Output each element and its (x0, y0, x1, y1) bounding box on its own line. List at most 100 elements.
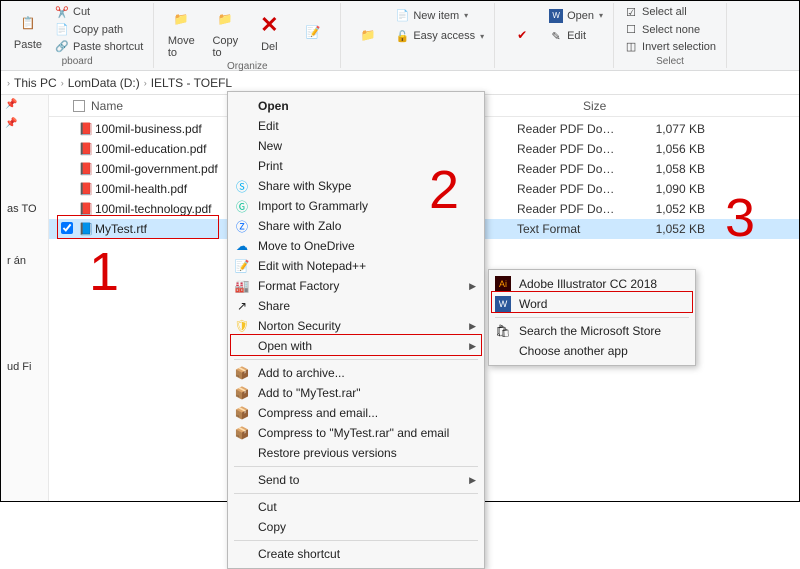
delete-button[interactable]: ✕Del (248, 3, 290, 61)
chevron-right-icon: › (7, 78, 10, 88)
folder-move-icon: 📁 (167, 5, 195, 33)
nav-sidebar: 📌 📌 as TO r án ud Fi (1, 95, 49, 501)
rename-icon: 📝 (299, 18, 327, 46)
ctx-zalo[interactable]: ⓏShare with Zalo (228, 216, 484, 236)
ctx-onedrive[interactable]: ☁Move to OneDrive (228, 236, 484, 256)
properties-button[interactable]: ✔ (501, 3, 543, 67)
winrar-icon: 📦 (234, 405, 250, 421)
clipboard-icon: 📋 (14, 9, 42, 37)
copy-path-icon: 📄 (55, 23, 69, 37)
onedrive-icon: ☁ (234, 238, 250, 254)
file-type: Reader PDF Do… (517, 122, 625, 136)
context-menu: Open Edit New Print ⓈShare with Skype ⒼI… (227, 91, 485, 569)
annotation-box-2 (230, 334, 482, 356)
new-item-icon: 📄 (395, 9, 409, 23)
file-size: 1,077 KB (625, 122, 705, 136)
ctx-skype[interactable]: ⓈShare with Skype (228, 176, 484, 196)
select-all-checkbox[interactable] (73, 100, 85, 112)
ctx-cut[interactable]: Cut (228, 497, 484, 517)
ctx-edit[interactable]: Edit (228, 116, 484, 136)
share-icon: ↗ (234, 298, 250, 314)
new-folder-button[interactable]: 📁 (347, 3, 389, 67)
ctx-notepad[interactable]: 📝Edit with Notepad++ (228, 256, 484, 276)
winrar-icon: 📦 (234, 365, 250, 381)
word-icon: W (549, 9, 563, 23)
ctx-send-to[interactable]: Send to▶ (228, 470, 484, 490)
paste-label: Paste (14, 39, 42, 51)
pin-icon: 📌 (1, 95, 48, 114)
folder-copy-icon: 📁 (211, 5, 239, 33)
ctx-compress-email[interactable]: 📦Compress and email... (228, 403, 484, 423)
invert-selection-button[interactable]: ◫Invert selection (622, 39, 718, 55)
column-size[interactable]: Size (583, 99, 703, 113)
check-icon: ✔ (508, 21, 536, 49)
norton-icon: 🛡 (234, 318, 250, 334)
sidebar-item[interactable]: r án (1, 251, 48, 271)
ctx-create-shortcut[interactable]: Create shortcut (228, 544, 484, 564)
folder-icon: 📁 (354, 21, 382, 49)
edit-button[interactable]: ✎Edit (547, 28, 605, 44)
select-none-button[interactable]: ☐Select none (622, 22, 718, 38)
ribbon-group-select: ☑Select all ☐Select none ◫Invert selecti… (614, 3, 727, 68)
format-factory-icon: 🏭 (234, 278, 250, 294)
grammarly-icon: Ⓖ (234, 198, 250, 214)
open-with-another[interactable]: Choose another app (489, 341, 695, 361)
ctx-new[interactable]: New (228, 136, 484, 156)
paste-shortcut-button[interactable]: 🔗Paste shortcut (53, 39, 145, 55)
breadcrumb-folder[interactable]: IELTS - TOEFL (151, 76, 232, 90)
pdf-icon: 📕 (77, 162, 95, 176)
cut-button[interactable]: ✂️Cut (53, 4, 145, 20)
ribbon-label-clipboard: pboard (7, 56, 147, 68)
notepadpp-icon: 📝 (234, 258, 250, 274)
easy-access-button[interactable]: 🔓Easy access▾ (393, 28, 486, 44)
ctx-print[interactable]: Print (228, 156, 484, 176)
edit-icon: ✎ (549, 29, 563, 43)
new-item-button[interactable]: 📄New item▾ (393, 8, 486, 24)
ctx-compress-mytest-email[interactable]: 📦Compress to "MyTest.rar" and email (228, 423, 484, 443)
invert-icon: ◫ (624, 40, 638, 54)
shortcut-icon: 🔗 (55, 40, 69, 54)
ribbon-group-new: 📁 📄New item▾ 🔓Easy access▾ (341, 3, 495, 68)
ctx-share[interactable]: ↗Share (228, 296, 484, 316)
sidebar-item[interactable]: ud Fi (1, 357, 48, 377)
scissors-icon: ✂️ (55, 5, 69, 19)
delete-icon: ✕ (255, 11, 283, 39)
ribbon-group-clipboard: 📋 Paste ✂️Cut 📄Copy path 🔗Paste shortcut… (1, 3, 154, 68)
store-icon: 🛍 (495, 323, 511, 339)
ribbon-label-organize: Organize (160, 61, 334, 73)
skype-icon: Ⓢ (234, 178, 250, 194)
pdf-icon: 📕 (77, 122, 95, 136)
ribbon-group-organize: 📁Move to 📁Copy to ✕Del 📝 Organize (154, 3, 341, 68)
easy-access-icon: 🔓 (395, 29, 409, 43)
ribbon: 📋 Paste ✂️Cut 📄Copy path 🔗Paste shortcut… (1, 1, 799, 71)
ribbon-label-select: Select (620, 56, 720, 68)
ctx-format-factory[interactable]: 🏭Format Factory▶ (228, 276, 484, 296)
select-all-icon: ☑ (624, 5, 638, 19)
ribbon-group-open: ✔ WOpen▾ ✎Edit (495, 3, 614, 68)
open-button[interactable]: WOpen▾ (547, 8, 605, 24)
pdf-icon: 📕 (77, 142, 95, 156)
open-with-store[interactable]: 🛍Search the Microsoft Store (489, 321, 695, 341)
breadcrumb-drive[interactable]: LomData (D:) (68, 76, 140, 90)
move-to-button[interactable]: 📁Move to (160, 3, 202, 61)
ctx-add-mytest-rar[interactable]: 📦Add to "MyTest.rar" (228, 383, 484, 403)
ctx-copy[interactable]: Copy (228, 517, 484, 537)
copy-path-button[interactable]: 📄Copy path (53, 22, 145, 38)
ctx-norton[interactable]: 🛡Norton Security▶ (228, 316, 484, 336)
annotation-box-3 (491, 291, 693, 313)
open-with-submenu: AiAdobe Illustrator CC 2018 WWord 🛍Searc… (488, 269, 696, 366)
ctx-grammarly[interactable]: ⒼImport to Grammarly (228, 196, 484, 216)
ctx-add-archive[interactable]: 📦Add to archive... (228, 363, 484, 383)
annotation-box-1 (57, 215, 219, 239)
select-all-button[interactable]: ☑Select all (622, 4, 718, 20)
pdf-icon: 📕 (77, 202, 95, 216)
pdf-icon: 📕 (77, 182, 95, 196)
rename-button[interactable]: 📝 (292, 3, 334, 61)
copy-to-button[interactable]: 📁Copy to (204, 3, 246, 61)
ctx-restore[interactable]: Restore previous versions (228, 443, 484, 463)
sidebar-item[interactable]: as TO (1, 199, 48, 219)
paste-button[interactable]: 📋 Paste (7, 3, 49, 56)
ctx-open[interactable]: Open (228, 96, 484, 116)
illustrator-icon: Ai (495, 276, 511, 292)
breadcrumb-pc[interactable]: This PC (14, 76, 57, 90)
